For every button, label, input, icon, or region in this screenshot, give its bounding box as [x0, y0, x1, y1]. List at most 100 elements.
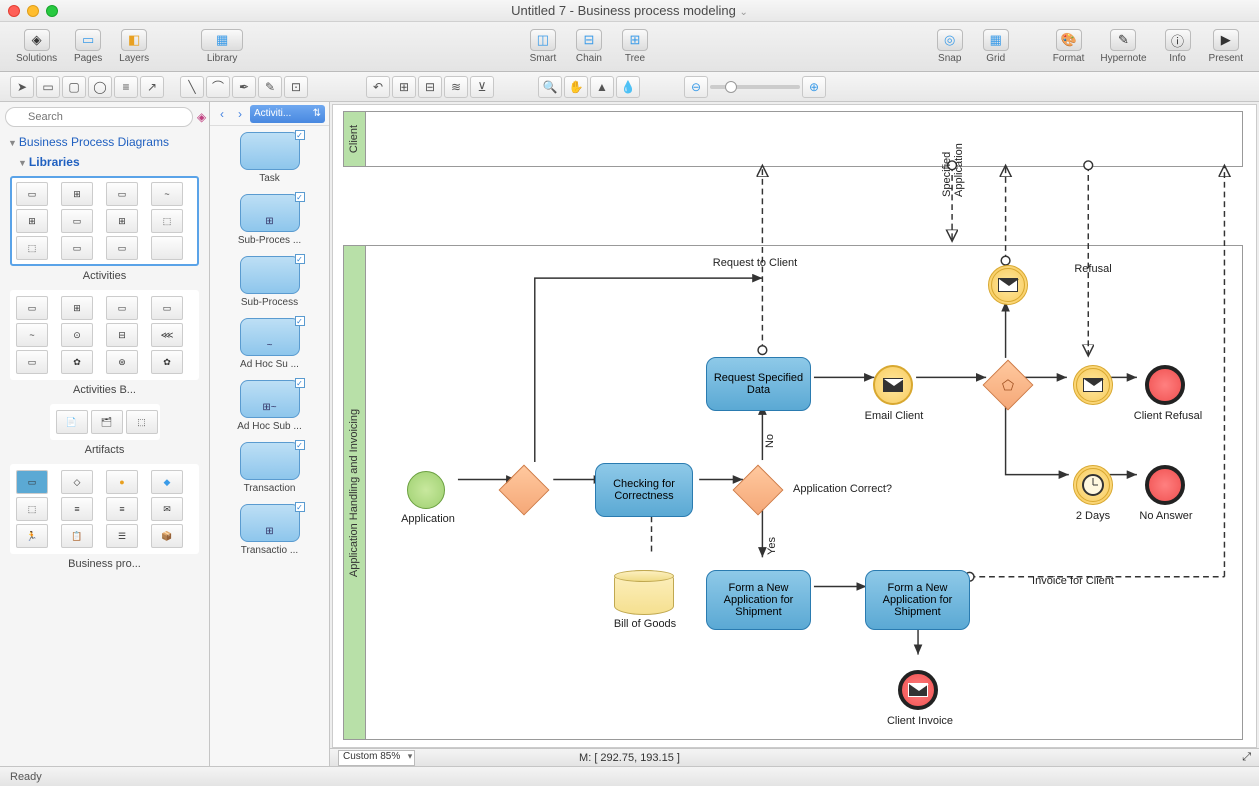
event-label: Client Invoice: [878, 715, 962, 727]
window-maximize-button[interactable]: [46, 5, 58, 17]
eyedropper-tool[interactable]: 💧: [616, 76, 640, 98]
hypernote-button[interactable]: ✎Hypernote: [1094, 27, 1152, 66]
info-button[interactable]: ⓘInfo: [1157, 27, 1199, 66]
curve-tool[interactable]: ⌒: [206, 76, 230, 98]
start-event[interactable]: [407, 471, 445, 509]
event-label: 2 Days: [1063, 510, 1123, 522]
task-form2[interactable]: Form a New Application for Shipment: [865, 570, 970, 630]
shape-item[interactable]: ✓Transaction: [216, 442, 323, 494]
shapes-panel: ‹ › Activiti...⇅ ✓Task ✓⊞Sub-Proces ... ✓S…: [210, 102, 330, 766]
chain-button[interactable]: ⊟Chain: [568, 27, 610, 66]
zoom-in-button[interactable]: ⊕: [802, 76, 826, 98]
tree-button[interactable]: ⊞Tree: [614, 27, 656, 66]
shape-item[interactable]: ✓Sub-Process: [216, 256, 323, 308]
canvas-bottom-bar: Custom 85% M: [ 292.75, 193.15 ] ⤢: [330, 748, 1259, 766]
shape-item[interactable]: ✓~Ad Hoc Su ...: [216, 318, 323, 370]
group-tool[interactable]: ⊞: [392, 76, 416, 98]
ungroup-tool[interactable]: ⊟: [418, 76, 442, 98]
data-store[interactable]: [614, 570, 674, 615]
distribute-tool[interactable]: ⊻: [470, 76, 494, 98]
event-message-intermediate[interactable]: [988, 265, 1028, 305]
grid-button[interactable]: ▦Grid: [975, 27, 1017, 66]
event-client-refusal-msg[interactable]: [1073, 365, 1113, 405]
pages-button[interactable]: ▭Pages: [67, 27, 109, 66]
main-toolbar: ◈Solutions ▭Pages ◧Layers ▦Library ◫Smar…: [0, 22, 1259, 72]
lane-header-label: Client: [349, 125, 361, 153]
start-event-label: Application: [393, 513, 463, 525]
lane-client[interactable]: Client: [343, 111, 1243, 167]
shape-item[interactable]: ✓⊞Sub-Proces ...: [216, 194, 323, 246]
line-tool[interactable]: ↗: [140, 76, 164, 98]
text-tool[interactable]: ≡: [114, 76, 138, 98]
window-minimize-button[interactable]: [27, 5, 39, 17]
task-checking[interactable]: Checking for Correctness: [595, 463, 693, 517]
end-event-refusal[interactable]: [1145, 365, 1185, 405]
shapes-nav-forward[interactable]: ›: [232, 106, 248, 122]
task-form1[interactable]: Form a New Application for Shipment: [706, 570, 811, 630]
rect-tool[interactable]: ▢: [62, 76, 86, 98]
end-event-noanswer[interactable]: [1145, 465, 1185, 505]
library-activities[interactable]: ▭⊞▭~ ⊞▭⊞⬚ ⬚▭▭: [10, 176, 199, 266]
window-title: Untitled 7 - Business process modeling ⌄: [0, 3, 1259, 18]
align-tool[interactable]: ≋: [444, 76, 468, 98]
mouse-coords: M: [ 292.75, 193.15 ]: [579, 752, 680, 764]
hand-tool[interactable]: ✋: [564, 76, 588, 98]
zoom-out-button[interactable]: ⊖: [684, 76, 708, 98]
connector-tool[interactable]: ╲: [180, 76, 204, 98]
ellipse-tool[interactable]: ◯: [88, 76, 112, 98]
library-label: Activities: [10, 270, 199, 282]
event-label: No Answer: [1131, 510, 1201, 522]
data-store-label: Bill of Goods: [603, 618, 687, 630]
message-label: Refusal: [1063, 263, 1123, 275]
event-email-client[interactable]: [873, 365, 913, 405]
library-label: Business pro...: [10, 558, 199, 570]
panel-section-header[interactable]: ▼Business Process Diagrams: [0, 132, 209, 152]
envelope-icon: [998, 278, 1018, 292]
zoom-slider[interactable]: [710, 85, 800, 89]
shape-item[interactable]: ✓⊞Transactio ...: [216, 504, 323, 556]
undo-tool[interactable]: ↶: [366, 76, 390, 98]
library-activities-b[interactable]: ▭⊞▭▭ ~⊙⊟⋘ ▭✿⊛✿: [10, 290, 199, 380]
layers-button[interactable]: ◧Layers: [113, 27, 155, 66]
search-input[interactable]: [5, 107, 193, 127]
solutions-panel-icon[interactable]: ◈: [197, 110, 206, 124]
event-timer[interactable]: [1073, 465, 1113, 505]
shape-item[interactable]: ✓Task: [216, 132, 323, 184]
flow-label-no: No: [764, 434, 776, 448]
present-button[interactable]: ▶Present: [1203, 27, 1249, 66]
solutions-button[interactable]: ◈Solutions: [10, 27, 63, 66]
pointer-tool[interactable]: ➤: [10, 76, 34, 98]
gateway-label: Application Correct?: [793, 483, 923, 495]
shapes-nav-back[interactable]: ‹: [214, 106, 230, 122]
lane-header-label: Application Handling and Invoicing: [349, 408, 361, 576]
expand-icon[interactable]: ⤢: [1242, 751, 1251, 764]
library-label: Artifacts: [10, 444, 199, 456]
message-label: Request to Client: [695, 257, 815, 269]
envelope-icon: [908, 683, 928, 697]
task-request-data[interactable]: Request Specified Data: [706, 357, 811, 411]
library-business-pro[interactable]: ▭◇●◆ ⬚≡≡✉ 🏃📋☰📦: [10, 464, 199, 554]
zoom-tool[interactable]: 🔍: [538, 76, 562, 98]
pencil-tool[interactable]: ✎: [258, 76, 282, 98]
shapes-dropdown[interactable]: Activiti...⇅: [250, 105, 325, 123]
smart-icon: ◫: [530, 29, 556, 51]
shape-item[interactable]: ✓⊞~Ad Hoc Sub ...: [216, 380, 323, 432]
pen-tool[interactable]: ✒: [232, 76, 256, 98]
library-button[interactable]: ▦Library: [195, 27, 249, 66]
libraries-header[interactable]: ▼Libraries: [0, 152, 209, 172]
select-tool[interactable]: ▭: [36, 76, 60, 98]
snap-button[interactable]: ◎Snap: [929, 27, 971, 66]
canvas[interactable]: Client Application Handling and Invoicin…: [332, 104, 1257, 748]
zoom-dropdown[interactable]: Custom 85%: [338, 750, 415, 766]
format-button[interactable]: 🎨Format: [1047, 27, 1091, 66]
smart-button[interactable]: ◫Smart: [522, 27, 564, 66]
zoom-slider-thumb[interactable]: [725, 81, 737, 93]
crop-tool[interactable]: ⊡: [284, 76, 308, 98]
stamp-tool[interactable]: ▲: [590, 76, 614, 98]
layers-icon: ◧: [121, 29, 147, 51]
window-close-button[interactable]: [8, 5, 20, 17]
library-artifacts[interactable]: 📄🗂⬚: [50, 404, 160, 440]
event-label: Email Client: [858, 410, 930, 422]
message-label: Specified Application: [941, 117, 965, 197]
end-event-invoice[interactable]: [898, 670, 938, 710]
